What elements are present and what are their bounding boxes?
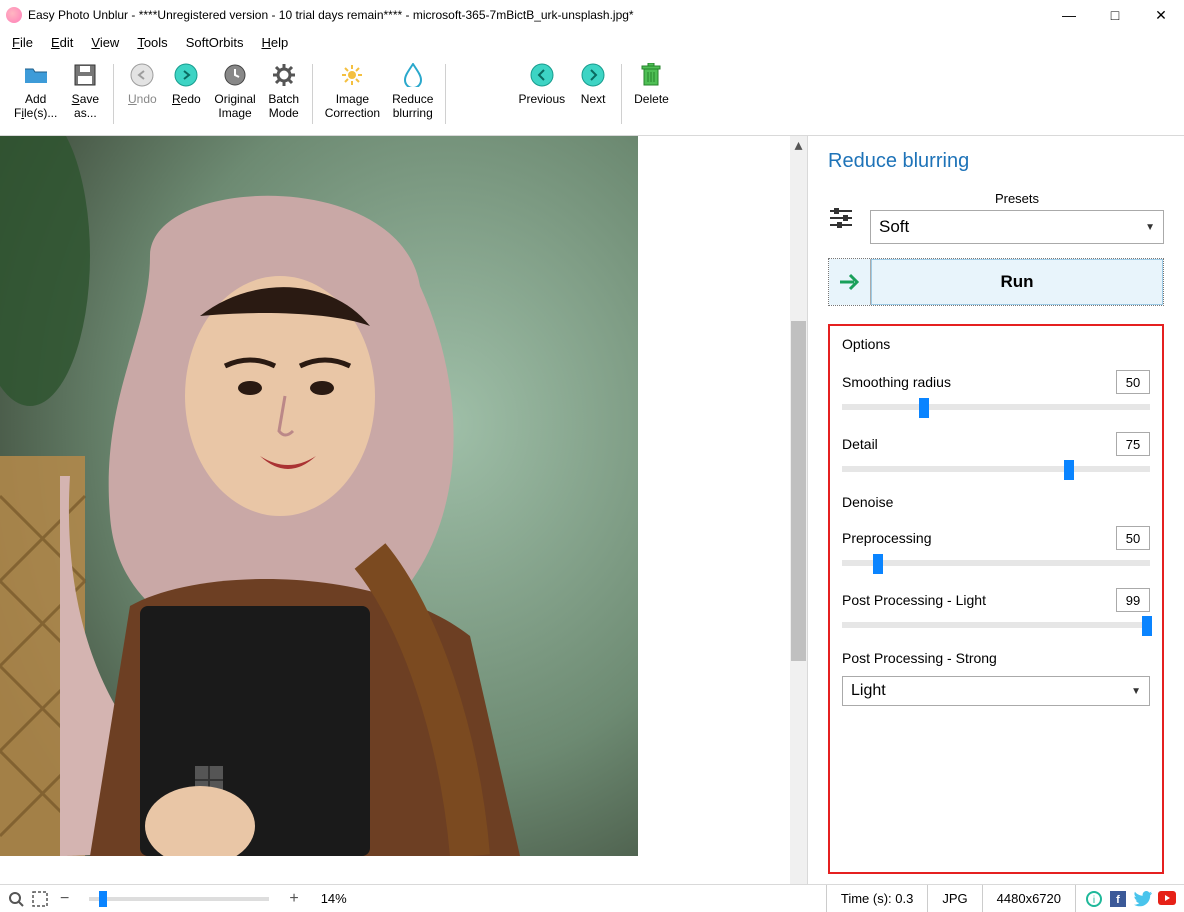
undo-icon — [129, 62, 155, 88]
youtube-icon[interactable] — [1158, 891, 1174, 907]
menu-tools[interactable]: Tools — [137, 35, 167, 50]
next-icon — [580, 62, 606, 88]
fit-screen-icon[interactable] — [32, 891, 48, 907]
chevron-down-icon: ▼ — [1145, 222, 1155, 233]
menu-softorbits[interactable]: SoftOrbits — [186, 35, 244, 50]
menu-edit[interactable]: Edit — [51, 35, 73, 50]
panel-title: Reduce blurring — [828, 150, 1164, 173]
add-files-button[interactable]: AddFile(s)... — [10, 60, 61, 122]
post-strong-label: Post Processing - Strong — [842, 650, 1150, 666]
image-correction-button[interactable]: ImageCorrection — [321, 60, 384, 122]
status-format: JPG — [927, 885, 981, 912]
run-arrow-icon — [829, 259, 871, 305]
next-button[interactable]: Next — [573, 60, 613, 108]
maximize-button[interactable]: □ — [1092, 0, 1138, 30]
right-panel: Reduce blurring Presets Soft ▼ Run Optio… — [808, 136, 1184, 884]
detail-value[interactable]: 75 — [1116, 432, 1150, 456]
preset-select[interactable]: Soft ▼ — [870, 210, 1164, 244]
undo-button[interactable]: Undo — [122, 60, 162, 108]
preset-value: Soft — [879, 217, 909, 237]
svg-text:i: i — [1093, 895, 1095, 906]
status-time: Time (s): 0.3 — [826, 885, 927, 912]
post-light-value[interactable]: 99 — [1116, 588, 1150, 612]
zoom-value: 14% — [321, 891, 347, 906]
preprocessing-label: Preprocessing — [842, 530, 932, 546]
chevron-down-icon: ▼ — [1131, 686, 1141, 697]
save-as-button[interactable]: Saveas... — [65, 60, 105, 122]
close-button[interactable]: ✕ — [1138, 0, 1184, 30]
title-bar: Easy Photo Unblur - ****Unregistered ver… — [0, 0, 1184, 30]
smoothing-slider[interactable] — [842, 404, 1150, 410]
post-strong-select[interactable]: Light ▼ — [842, 676, 1150, 706]
trash-icon — [638, 62, 664, 88]
menu-bar: File Edit View Tools SoftOrbits Help — [0, 30, 1184, 56]
app-icon — [6, 7, 22, 23]
window-title: Easy Photo Unblur - ****Unregistered ver… — [28, 8, 1046, 22]
save-icon — [72, 62, 98, 88]
presets-label: Presets — [870, 191, 1164, 206]
redo-button[interactable]: Redo — [166, 60, 206, 108]
delete-button[interactable]: Delete — [630, 60, 673, 108]
previous-icon — [529, 62, 555, 88]
info-icon[interactable]: i — [1086, 891, 1102, 907]
preprocessing-value[interactable]: 50 — [1116, 526, 1150, 550]
post-light-slider[interactable] — [842, 622, 1150, 628]
scroll-up-icon[interactable]: ▴ — [790, 136, 807, 153]
previous-button[interactable]: Previous — [514, 60, 569, 108]
sliders-icon — [828, 205, 854, 231]
post-light-label: Post Processing - Light — [842, 592, 986, 608]
status-bar: − + 14% Time (s): 0.3 JPG 4480x6720 i f — [0, 884, 1184, 912]
zoom-actual-icon[interactable] — [8, 891, 24, 907]
clock-icon — [222, 62, 248, 88]
brightness-icon — [339, 62, 365, 88]
detail-slider[interactable] — [842, 466, 1150, 472]
detail-label: Detail — [842, 436, 878, 452]
preview-image — [0, 136, 638, 856]
svg-text:f: f — [1116, 894, 1120, 906]
facebook-icon[interactable]: f — [1110, 891, 1126, 907]
redo-icon — [173, 62, 199, 88]
original-image-button[interactable]: OriginalImage — [210, 60, 259, 122]
reduce-blurring-button[interactable]: Reduceblurring — [388, 60, 437, 122]
canvas-area[interactable]: ▴ — [0, 136, 808, 884]
gear-icon — [271, 62, 297, 88]
twitter-icon[interactable] — [1134, 891, 1150, 907]
folder-open-icon — [23, 62, 49, 88]
post-strong-value: Light — [851, 682, 886, 700]
denoise-heading: Denoise — [842, 494, 1150, 510]
menu-file[interactable]: File — [12, 35, 33, 50]
smoothing-label: Smoothing radius — [842, 374, 951, 390]
menu-help[interactable]: Help — [261, 35, 288, 50]
zoom-in-button[interactable]: + — [285, 890, 302, 908]
options-group: Options Smoothing radius 50 Detail 75 De… — [828, 324, 1164, 874]
zoom-slider[interactable] — [89, 897, 269, 901]
preprocessing-slider[interactable] — [842, 560, 1150, 566]
scroll-thumb[interactable] — [791, 321, 806, 661]
batch-mode-button[interactable]: BatchMode — [264, 60, 304, 122]
zoom-out-button[interactable]: − — [56, 890, 73, 908]
vertical-scrollbar[interactable]: ▴ — [790, 136, 807, 884]
menu-view[interactable]: View — [91, 35, 119, 50]
toolbar: AddFile(s)... Saveas... Undo Redo Origin… — [0, 56, 1184, 136]
smoothing-value[interactable]: 50 — [1116, 370, 1150, 394]
run-button[interactable]: Run — [871, 259, 1163, 305]
status-dimensions: 4480x6720 — [982, 885, 1075, 912]
options-heading: Options — [842, 336, 1150, 352]
minimize-button[interactable]: — — [1046, 0, 1092, 30]
droplet-icon — [400, 62, 426, 88]
